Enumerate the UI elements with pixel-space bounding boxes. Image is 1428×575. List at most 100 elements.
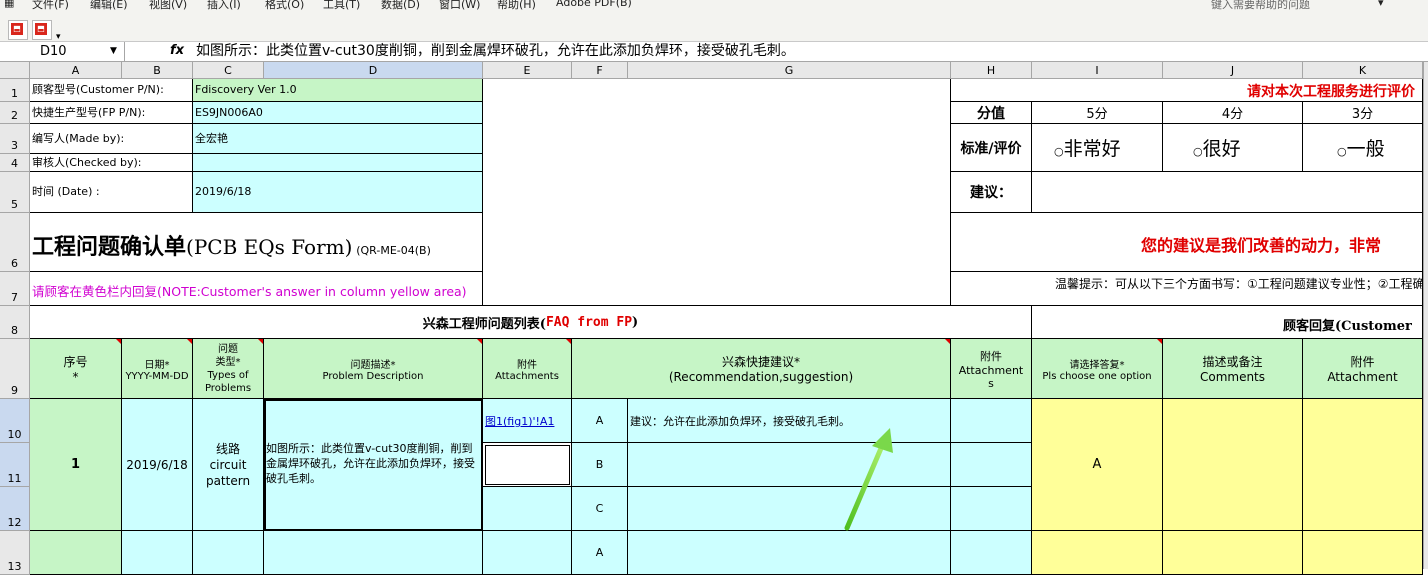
column-header-a[interactable]: A xyxy=(30,62,122,79)
customer-attachment[interactable] xyxy=(1303,531,1423,575)
attachment-cell[interactable] xyxy=(483,443,572,487)
fp-pn-label: 快捷生产型号(FP P/N): xyxy=(30,102,193,124)
row-header[interactable]: 6 xyxy=(0,213,30,272)
score-label: 分值 xyxy=(951,102,1032,124)
column-header-f[interactable]: F xyxy=(572,62,628,79)
issue-description[interactable]: 如图所示：此类位置v-cut30度削铜，削到金属焊环破孔，允许在此添加负焊环，接… xyxy=(264,399,483,531)
insert-function-icon[interactable]: fx xyxy=(170,43,184,58)
column-header-b[interactable]: B xyxy=(122,62,193,79)
issue-seq[interactable] xyxy=(30,531,122,575)
row-header[interactable]: 12 xyxy=(0,487,30,531)
issue-type[interactable]: 线路 circuit pattern xyxy=(193,399,264,531)
comment-indicator[interactable] xyxy=(258,339,263,344)
fp-attachment-cell[interactable] xyxy=(951,443,1032,487)
column-header-d[interactable]: D xyxy=(264,62,483,79)
comment-indicator[interactable] xyxy=(566,339,571,344)
fp-attachment-cell[interactable] xyxy=(951,399,1032,443)
help-dropdown-icon[interactable]: ▾ xyxy=(1378,0,1384,9)
issue-description[interactable] xyxy=(264,531,483,575)
excel-app-icon[interactable]: ▦ xyxy=(4,0,14,9)
tip-text: 温馨提示：可从以下三个方面书写：①工程问题建议专业性；②工程确 xyxy=(951,272,1423,306)
customer-attachment[interactable] xyxy=(1303,399,1423,531)
comment-indicator[interactable] xyxy=(116,339,121,344)
row-header[interactable]: 10 xyxy=(0,399,30,443)
menu-window[interactable]: 窗口(W) xyxy=(439,0,480,10)
header-choose-option: 请选择答复* Pls choose one option xyxy=(1032,339,1163,399)
radio-icon[interactable]: ○ xyxy=(1193,145,1203,158)
comment-indicator[interactable] xyxy=(1157,339,1162,344)
formula-bar: D10 ▼ fx 如图所示：此类位置v-cut30度削铜，削到金属焊环破孔，允许… xyxy=(0,42,1428,62)
fp-attachment-cell[interactable] xyxy=(951,487,1032,531)
name-box[interactable]: D10 xyxy=(0,42,125,61)
score-4: 4分 xyxy=(1163,102,1303,124)
attachment-cell[interactable] xyxy=(483,531,572,575)
customer-comments[interactable] xyxy=(1163,531,1303,575)
column-header-i[interactable]: I xyxy=(1032,62,1163,79)
form-title-en: (PCB EQs Form) xyxy=(186,235,353,259)
column-header-j[interactable]: J xyxy=(1163,62,1303,79)
menu-file[interactable]: 文件(F) xyxy=(32,0,69,10)
menu-format[interactable]: 格式(O) xyxy=(265,0,304,10)
help-search-input[interactable]: 键入需要帮助的问题 xyxy=(1205,0,1390,10)
row-header[interactable]: 2 xyxy=(0,102,30,124)
row-header[interactable]: 11 xyxy=(0,443,30,487)
pdf-attach-button[interactable]: ⬒ xyxy=(32,20,52,40)
issue-seq[interactable]: 1 xyxy=(30,399,122,531)
column-header-h[interactable]: H xyxy=(951,62,1032,79)
radio-icon[interactable]: ○ xyxy=(1054,145,1064,158)
row-header[interactable]: 9 xyxy=(0,339,30,399)
issue-date[interactable] xyxy=(122,531,193,575)
customer-answer[interactable] xyxy=(1032,531,1163,575)
column-header-g[interactable]: G xyxy=(628,62,951,79)
attachment-cell[interactable] xyxy=(483,487,572,531)
customer-answer[interactable]: A xyxy=(1032,399,1163,531)
formula-input[interactable]: 如图所示：此类位置v-cut30度削铜，削到金属焊环破孔，允许在此添加负焊环，接… xyxy=(196,42,795,61)
row-header[interactable]: 3 xyxy=(0,124,30,154)
option-average[interactable]: ○一般 xyxy=(1303,124,1423,172)
issue-date[interactable]: 2019/6/18 xyxy=(122,399,193,531)
header-date: 日期* YYYY-MM-DD xyxy=(122,339,193,399)
select-all-button[interactable] xyxy=(0,62,30,79)
attachment-link[interactable]: 图1(fig1)'!A1 xyxy=(485,415,554,428)
fp-attachment-cell[interactable] xyxy=(951,531,1032,575)
made-by-value[interactable]: 全宏艳 xyxy=(193,124,483,154)
header-comments: 描述或备注 Comments xyxy=(1163,339,1303,399)
radio-icon[interactable]: ○ xyxy=(1337,145,1347,158)
menu-adobe-pdf[interactable]: Adobe PDF(B) xyxy=(556,0,632,9)
header-attachments: 附件 Attachments xyxy=(483,339,572,399)
menu-bar: ▦ 文件(F) 编辑(E) 视图(V) 插入(I) 格式(O) 工具(T) 数据… xyxy=(0,0,1428,10)
menu-view[interactable]: 视图(V) xyxy=(149,0,187,10)
option-very-good[interactable]: ○非常好 xyxy=(1032,124,1163,172)
column-header-k[interactable]: K xyxy=(1303,62,1423,79)
comment-indicator[interactable] xyxy=(477,339,482,344)
convert-to-pdf-button[interactable]: ⬒ xyxy=(8,20,28,40)
column-header-e[interactable]: E xyxy=(483,62,572,79)
made-by-label: 编写人(Made by): xyxy=(30,124,193,154)
row-header[interactable]: 13 xyxy=(0,531,30,575)
name-box-dropdown-icon[interactable]: ▼ xyxy=(110,46,117,56)
checked-by-value[interactable] xyxy=(193,154,483,172)
suggestion-input[interactable] xyxy=(1032,172,1423,213)
customer-comments[interactable] xyxy=(1163,399,1303,531)
row-header[interactable]: 7 xyxy=(0,272,30,306)
header-seq: 序号 * xyxy=(30,339,122,399)
date-value[interactable]: 2019/6/18 xyxy=(193,172,483,213)
menu-insert[interactable]: 插入(I) xyxy=(207,0,241,10)
customer-pn-value[interactable]: Fdiscovery Ver 1.0 xyxy=(193,79,483,102)
comment-indicator[interactable] xyxy=(187,339,192,344)
fp-pn-value[interactable]: ES9JN006A0 xyxy=(193,102,483,124)
comment-indicator[interactable] xyxy=(945,339,950,344)
issue-type[interactable] xyxy=(193,531,264,575)
column-header-c[interactable]: C xyxy=(193,62,264,79)
menu-edit[interactable]: 编辑(E) xyxy=(90,0,128,10)
menu-data[interactable]: 数据(D) xyxy=(381,0,420,10)
row-header[interactable]: 5 xyxy=(0,172,30,213)
row-header[interactable]: 4 xyxy=(0,154,30,172)
option-good[interactable]: ○很好 xyxy=(1163,124,1303,172)
row-header[interactable]: 8 xyxy=(0,306,30,339)
menu-tools[interactable]: 工具(T) xyxy=(323,0,360,10)
customer-note: 请顾客在黄色栏内回复(NOTE:Customer's answer in col… xyxy=(30,272,483,306)
row-header[interactable]: 1 xyxy=(0,79,30,102)
toolbar-options-icon[interactable]: ▾ xyxy=(56,32,61,42)
menu-help[interactable]: 帮助(H) xyxy=(497,0,536,10)
